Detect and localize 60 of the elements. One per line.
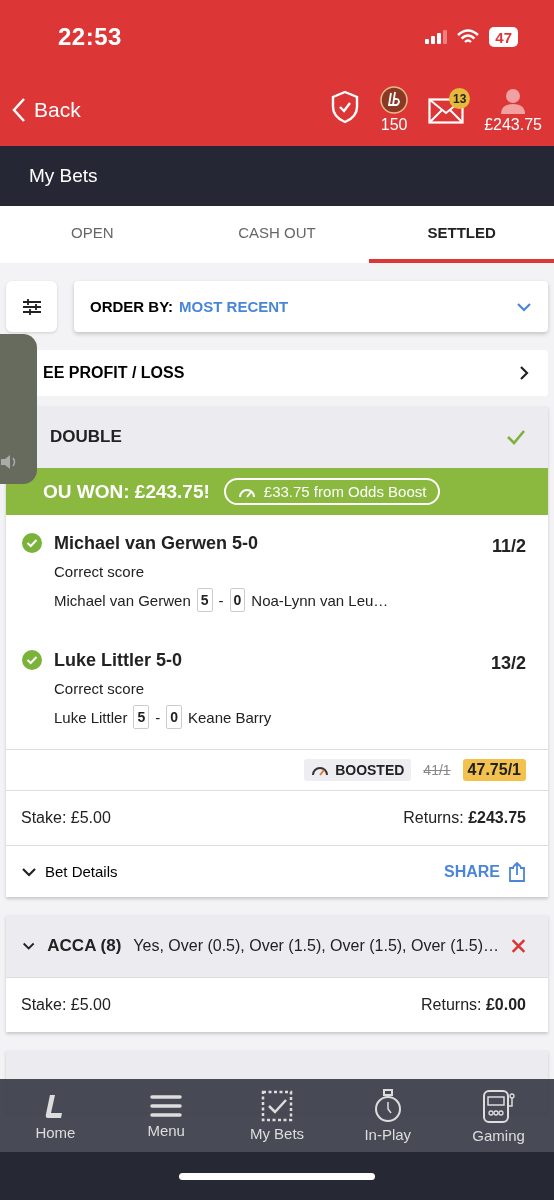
slot-machine-icon	[480, 1087, 517, 1124]
original-odds: 41/1	[423, 762, 451, 778]
nav-item[interactable]: Menu	[116, 1092, 217, 1139]
nav-item[interactable]: In-Play	[337, 1088, 438, 1143]
score-separator: -	[218, 591, 224, 609]
clock-time: 22:53	[58, 23, 122, 51]
loyalty-coin-icon[interactable]	[380, 86, 409, 114]
nav-item[interactable]: Gaming	[448, 1087, 549, 1144]
tab[interactable]: OPEN	[0, 206, 185, 263]
home-player: Luke Littler	[54, 708, 128, 726]
stopwatch-icon	[372, 1088, 403, 1123]
sliders-icon	[21, 297, 42, 316]
checkbox-icon	[261, 1089, 293, 1122]
selection-odds: 13/2	[490, 652, 526, 674]
boost-amount: £33.75 from Odds Boost	[263, 483, 427, 500]
nav-item[interactable]: My Bets	[227, 1089, 327, 1142]
stake-amount: Stake: £5.00	[21, 809, 111, 827]
speaker-icon	[0, 454, 18, 470]
selection-name: Luke Littler 5-0	[54, 650, 184, 672]
returns-amount: Returns: £0.00	[421, 996, 526, 1014]
back-chevron-icon	[12, 97, 26, 123]
win-amount: OU WON: £243.75!	[43, 480, 210, 503]
filter-button[interactable]	[6, 281, 57, 332]
score: 0	[166, 705, 182, 729]
shield-check-icon[interactable]	[330, 90, 361, 124]
tab[interactable]: SETTLED	[369, 206, 554, 263]
gauge-icon	[311, 764, 330, 776]
stake-amount: Stake: £5.00	[21, 996, 111, 1014]
bet-summary: Yes, Over (0.5), Over (1.5), Over (1.5), Over (1.5)…	[133, 937, 500, 955]
points-count: 150	[380, 116, 408, 134]
bet-type: DOUBLE	[50, 427, 122, 447]
away-player: Noa-Lynn van Leu…	[251, 591, 389, 609]
page-title: My Bets	[29, 165, 98, 187]
signal-icon	[425, 30, 448, 44]
boosted-label: BOOSTED	[335, 762, 405, 778]
back-button[interactable]: Back	[12, 97, 81, 123]
score: 5	[133, 705, 150, 729]
message-count-badge: 13	[449, 88, 471, 109]
share-icon	[508, 861, 526, 882]
score: 5	[196, 588, 213, 612]
boosted-odds: 47.75/1	[462, 759, 526, 781]
away-player: Keane Barry	[187, 708, 272, 726]
returns-amount: Returns: £243.75	[403, 809, 526, 827]
wifi-icon	[457, 29, 480, 45]
bet-details-toggle[interactable]: Bet Details	[21, 863, 118, 880]
battery-level: 47	[489, 27, 518, 47]
home-player: Michael van Gerwen	[54, 591, 191, 609]
score: 0	[229, 588, 246, 612]
share-button[interactable]: SHARE	[444, 861, 526, 882]
account-balance: £243.75	[484, 116, 542, 134]
selection-odds: 11/2	[491, 535, 526, 557]
nav-item[interactable]: Home	[5, 1090, 106, 1141]
menu-icon	[150, 1092, 183, 1119]
score-separator: -	[155, 708, 161, 726]
selection-name: Michael van Gerwen 5-0	[54, 533, 260, 555]
market-name: Correct score	[54, 563, 146, 580]
order-by-dropdown[interactable]: ORDER BY: MOST RECENT	[74, 281, 548, 332]
bet-type: ACCA (8)	[47, 936, 122, 956]
tab[interactable]: CASH OUT	[184, 206, 370, 263]
market-name: Correct score	[54, 680, 146, 697]
